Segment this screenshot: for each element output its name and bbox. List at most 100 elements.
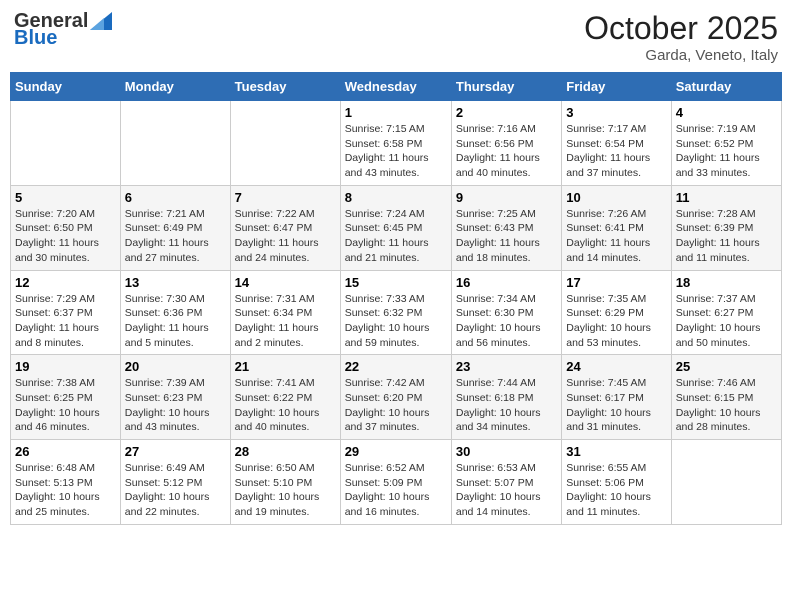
calendar-week-2: 5 Sunrise: 7:20 AM Sunset: 6:50 PM Daylig… [11, 185, 782, 270]
day-info: Sunrise: 7:41 AM Sunset: 6:22 PM Dayligh… [235, 377, 320, 433]
day-number: 1 [345, 105, 447, 120]
weekday-header-tuesday: Tuesday [230, 73, 340, 101]
day-number: 15 [345, 275, 447, 290]
calendar-cell: 10Sunrise: 7:26 AM Sunset: 6:41 PM Dayli… [562, 185, 671, 270]
day-info: Sunrise: 7:28 AM Sunset: 6:39 PM Dayligh… [676, 208, 760, 264]
day-number: 10 [566, 190, 666, 205]
calendar-cell: 23 Sunrise: 7:44 AM Sunset: 6:18 PM Dayli… [451, 355, 561, 440]
calendar-cell: 8 Sunrise: 7:24 AM Sunset: 6:45 PM Daylig… [340, 185, 451, 270]
day-number: 19 [15, 359, 116, 374]
day-info: Sunrise: 7:15 AM Sunset: 6:58 PM Dayligh… [345, 123, 429, 179]
day-number: 22 [345, 359, 447, 374]
day-number: 27 [125, 444, 226, 459]
day-info: Sunrise: 6:48 AM Sunset: 5:13 PM Dayligh… [15, 462, 100, 518]
day-number: 11 [676, 190, 777, 205]
day-info: Sunrise: 7:25 AM Sunset: 6:43 PM Dayligh… [456, 208, 540, 264]
logo-blue: Blue [14, 27, 57, 50]
calendar-cell: 7Sunrise: 7:22 AM Sunset: 6:47 PM Daylig… [230, 185, 340, 270]
weekday-header-thursday: Thursday [451, 73, 561, 101]
day-number: 14 [235, 275, 336, 290]
day-info: Sunrise: 6:55 AM Sunset: 5:06 PM Dayligh… [566, 462, 651, 518]
day-info: Sunrise: 6:49 AM Sunset: 5:12 PM Dayligh… [125, 462, 210, 518]
day-number: 20 [125, 359, 226, 374]
day-info: Sunrise: 7:30 AM Sunset: 6:36 PM Dayligh… [125, 293, 209, 349]
day-info: Sunrise: 6:50 AM Sunset: 5:10 PM Dayligh… [235, 462, 320, 518]
day-info: Sunrise: 7:17 AM Sunset: 6:54 PM Dayligh… [566, 123, 650, 179]
day-info: Sunrise: 7:20 AM Sunset: 6:50 PM Dayligh… [15, 208, 99, 264]
calendar-cell: 14 Sunrise: 7:31 AM Sunset: 6:34 PM Dayli… [230, 270, 340, 355]
day-info: Sunrise: 7:46 AM Sunset: 6:15 PM Dayligh… [676, 377, 761, 433]
calendar-cell: 30Sunrise: 6:53 AM Sunset: 5:07 PM Dayli… [451, 440, 561, 525]
day-number: 12 [15, 275, 116, 290]
day-number: 29 [345, 444, 447, 459]
day-number: 28 [235, 444, 336, 459]
day-number: 24 [566, 359, 666, 374]
page-title: October 2025 [584, 10, 778, 47]
day-info: Sunrise: 7:38 AM Sunset: 6:25 PM Dayligh… [15, 377, 100, 433]
day-number: 18 [676, 275, 777, 290]
day-number: 25 [676, 359, 777, 374]
day-number: 31 [566, 444, 666, 459]
day-info: Sunrise: 7:31 AM Sunset: 6:34 PM Dayligh… [235, 293, 319, 349]
calendar-cell [11, 101, 121, 186]
calendar-cell: 20Sunrise: 7:39 AM Sunset: 6:23 PM Dayli… [120, 355, 230, 440]
day-info: Sunrise: 7:21 AM Sunset: 6:49 PM Dayligh… [125, 208, 209, 264]
day-number: 26 [15, 444, 116, 459]
weekday-header-row: SundayMondayTuesdayWednesdayThursdayFrid… [11, 73, 782, 101]
day-info: Sunrise: 7:24 AM Sunset: 6:45 PM Dayligh… [345, 208, 429, 264]
calendar-cell: 4Sunrise: 7:19 AM Sunset: 6:52 PM Daylig… [671, 101, 781, 186]
calendar-cell [120, 101, 230, 186]
weekday-header-sunday: Sunday [11, 73, 121, 101]
weekday-header-monday: Monday [120, 73, 230, 101]
day-number: 8 [345, 190, 447, 205]
calendar-cell: 29 Sunrise: 6:52 AM Sunset: 5:09 PM Dayli… [340, 440, 451, 525]
calendar-cell: 11 Sunrise: 7:28 AM Sunset: 6:39 PM Dayli… [671, 185, 781, 270]
day-number: 4 [676, 105, 777, 120]
day-info: Sunrise: 7:45 AM Sunset: 6:17 PM Dayligh… [566, 377, 651, 433]
calendar-cell: 28 Sunrise: 6:50 AM Sunset: 5:10 PM Dayli… [230, 440, 340, 525]
calendar-cell: 21Sunrise: 7:41 AM Sunset: 6:22 PM Dayli… [230, 355, 340, 440]
day-number: 17 [566, 275, 666, 290]
calendar-cell: 12 Sunrise: 7:29 AM Sunset: 6:37 PM Dayli… [11, 270, 121, 355]
day-info: Sunrise: 6:53 AM Sunset: 5:07 PM Dayligh… [456, 462, 541, 518]
calendar-cell: 1 Sunrise: 7:15 AM Sunset: 6:58 PM Daylig… [340, 101, 451, 186]
calendar-table: SundayMondayTuesdayWednesdayThursdayFrid… [10, 72, 782, 525]
calendar-cell: 25 Sunrise: 7:46 AM Sunset: 6:15 PM Dayli… [671, 355, 781, 440]
calendar-cell: 2 Sunrise: 7:16 AM Sunset: 6:56 PM Daylig… [451, 101, 561, 186]
calendar-week-3: 12 Sunrise: 7:29 AM Sunset: 6:37 PM Dayli… [11, 270, 782, 355]
calendar-cell: 18 Sunrise: 7:37 AM Sunset: 6:27 PM Dayli… [671, 270, 781, 355]
day-number: 3 [566, 105, 666, 120]
calendar-cell: 31 Sunrise: 6:55 AM Sunset: 5:06 PM Dayli… [562, 440, 671, 525]
day-info: Sunrise: 7:16 AM Sunset: 6:56 PM Dayligh… [456, 123, 540, 179]
calendar-cell: 6 Sunrise: 7:21 AM Sunset: 6:49 PM Daylig… [120, 185, 230, 270]
page-subtitle: Garda, Veneto, Italy [584, 47, 778, 64]
day-number: 13 [125, 275, 226, 290]
calendar-cell: 5 Sunrise: 7:20 AM Sunset: 6:50 PM Daylig… [11, 185, 121, 270]
day-number: 5 [15, 190, 116, 205]
day-info: Sunrise: 7:37 AM Sunset: 6:27 PM Dayligh… [676, 293, 761, 349]
weekday-header-wednesday: Wednesday [340, 73, 451, 101]
day-number: 7 [235, 190, 336, 205]
day-info: Sunrise: 7:29 AM Sunset: 6:37 PM Dayligh… [15, 293, 99, 349]
day-number: 16 [456, 275, 557, 290]
calendar-cell: 15Sunrise: 7:33 AM Sunset: 6:32 PM Dayli… [340, 270, 451, 355]
day-info: Sunrise: 6:52 AM Sunset: 5:09 PM Dayligh… [345, 462, 430, 518]
day-number: 23 [456, 359, 557, 374]
page-header: General Blue October 2025 Garda, Veneto,… [10, 10, 782, 64]
logo: General Blue [14, 10, 112, 50]
calendar-cell: 19 Sunrise: 7:38 AM Sunset: 6:25 PM Dayli… [11, 355, 121, 440]
title-block: October 2025 Garda, Veneto, Italy [584, 10, 778, 64]
logo-icon [90, 12, 112, 30]
day-info: Sunrise: 7:34 AM Sunset: 6:30 PM Dayligh… [456, 293, 541, 349]
day-number: 9 [456, 190, 557, 205]
day-number: 6 [125, 190, 226, 205]
calendar-cell [230, 101, 340, 186]
day-number: 2 [456, 105, 557, 120]
calendar-cell: 9 Sunrise: 7:25 AM Sunset: 6:43 PM Daylig… [451, 185, 561, 270]
day-info: Sunrise: 7:42 AM Sunset: 6:20 PM Dayligh… [345, 377, 430, 433]
calendar-cell [671, 440, 781, 525]
day-info: Sunrise: 7:44 AM Sunset: 6:18 PM Dayligh… [456, 377, 541, 433]
calendar-week-4: 19 Sunrise: 7:38 AM Sunset: 6:25 PM Dayli… [11, 355, 782, 440]
weekday-header-saturday: Saturday [671, 73, 781, 101]
calendar-cell: 27 Sunrise: 6:49 AM Sunset: 5:12 PM Dayli… [120, 440, 230, 525]
